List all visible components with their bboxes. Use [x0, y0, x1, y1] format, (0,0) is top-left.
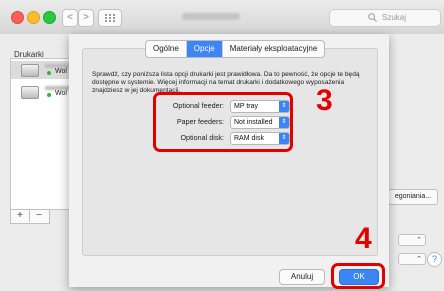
step-4-callout: 4: [355, 222, 372, 255]
printer-status-label: Wol: [55, 90, 67, 97]
tab-general[interactable]: Ogólne: [146, 41, 187, 57]
search-field[interactable]: Szukaj: [329, 9, 441, 27]
options-highlight-box: [153, 92, 293, 152]
online-status-icon: [47, 93, 51, 97]
tab-bar: Ogólne Opcje Materiały eksploatacyjne: [145, 40, 326, 58]
show-all-button[interactable]: [98, 9, 122, 27]
printer-icon: [21, 86, 39, 99]
step-3-callout: 3: [316, 84, 333, 117]
close-window-button[interactable]: [11, 11, 24, 24]
title-bar: < > Szukaj: [0, 0, 444, 35]
help-button[interactable]: ?: [427, 252, 442, 267]
remove-printer-button[interactable]: −: [30, 210, 48, 222]
search-placeholder: Szukaj: [382, 13, 407, 22]
window-title-blurred: [182, 13, 240, 20]
paper-size-popup[interactable]: ⌃: [398, 253, 426, 265]
printer-icon: [21, 64, 39, 77]
add-printer-button[interactable]: +: [11, 210, 30, 222]
tab-supplies[interactable]: Materiały eksploatacyjne: [223, 41, 325, 57]
cancel-button[interactable]: Anuluj: [279, 269, 325, 285]
add-remove-control: + −: [10, 209, 50, 224]
forward-button[interactable]: >: [78, 9, 94, 27]
minimize-window-button[interactable]: [27, 11, 40, 24]
printer-status-label: Wol: [55, 68, 67, 75]
zoom-window-button[interactable]: [43, 11, 56, 24]
options-button[interactable]: egoniania...: [388, 189, 438, 205]
tab-options[interactable]: Opcje: [186, 41, 223, 57]
ok-highlight-box: [331, 263, 385, 289]
back-button[interactable]: <: [62, 9, 78, 27]
default-printer-popup[interactable]: ⌃: [398, 234, 426, 246]
search-icon: [368, 13, 377, 22]
grid-icon: [105, 14, 115, 22]
online-status-icon: [47, 71, 51, 75]
